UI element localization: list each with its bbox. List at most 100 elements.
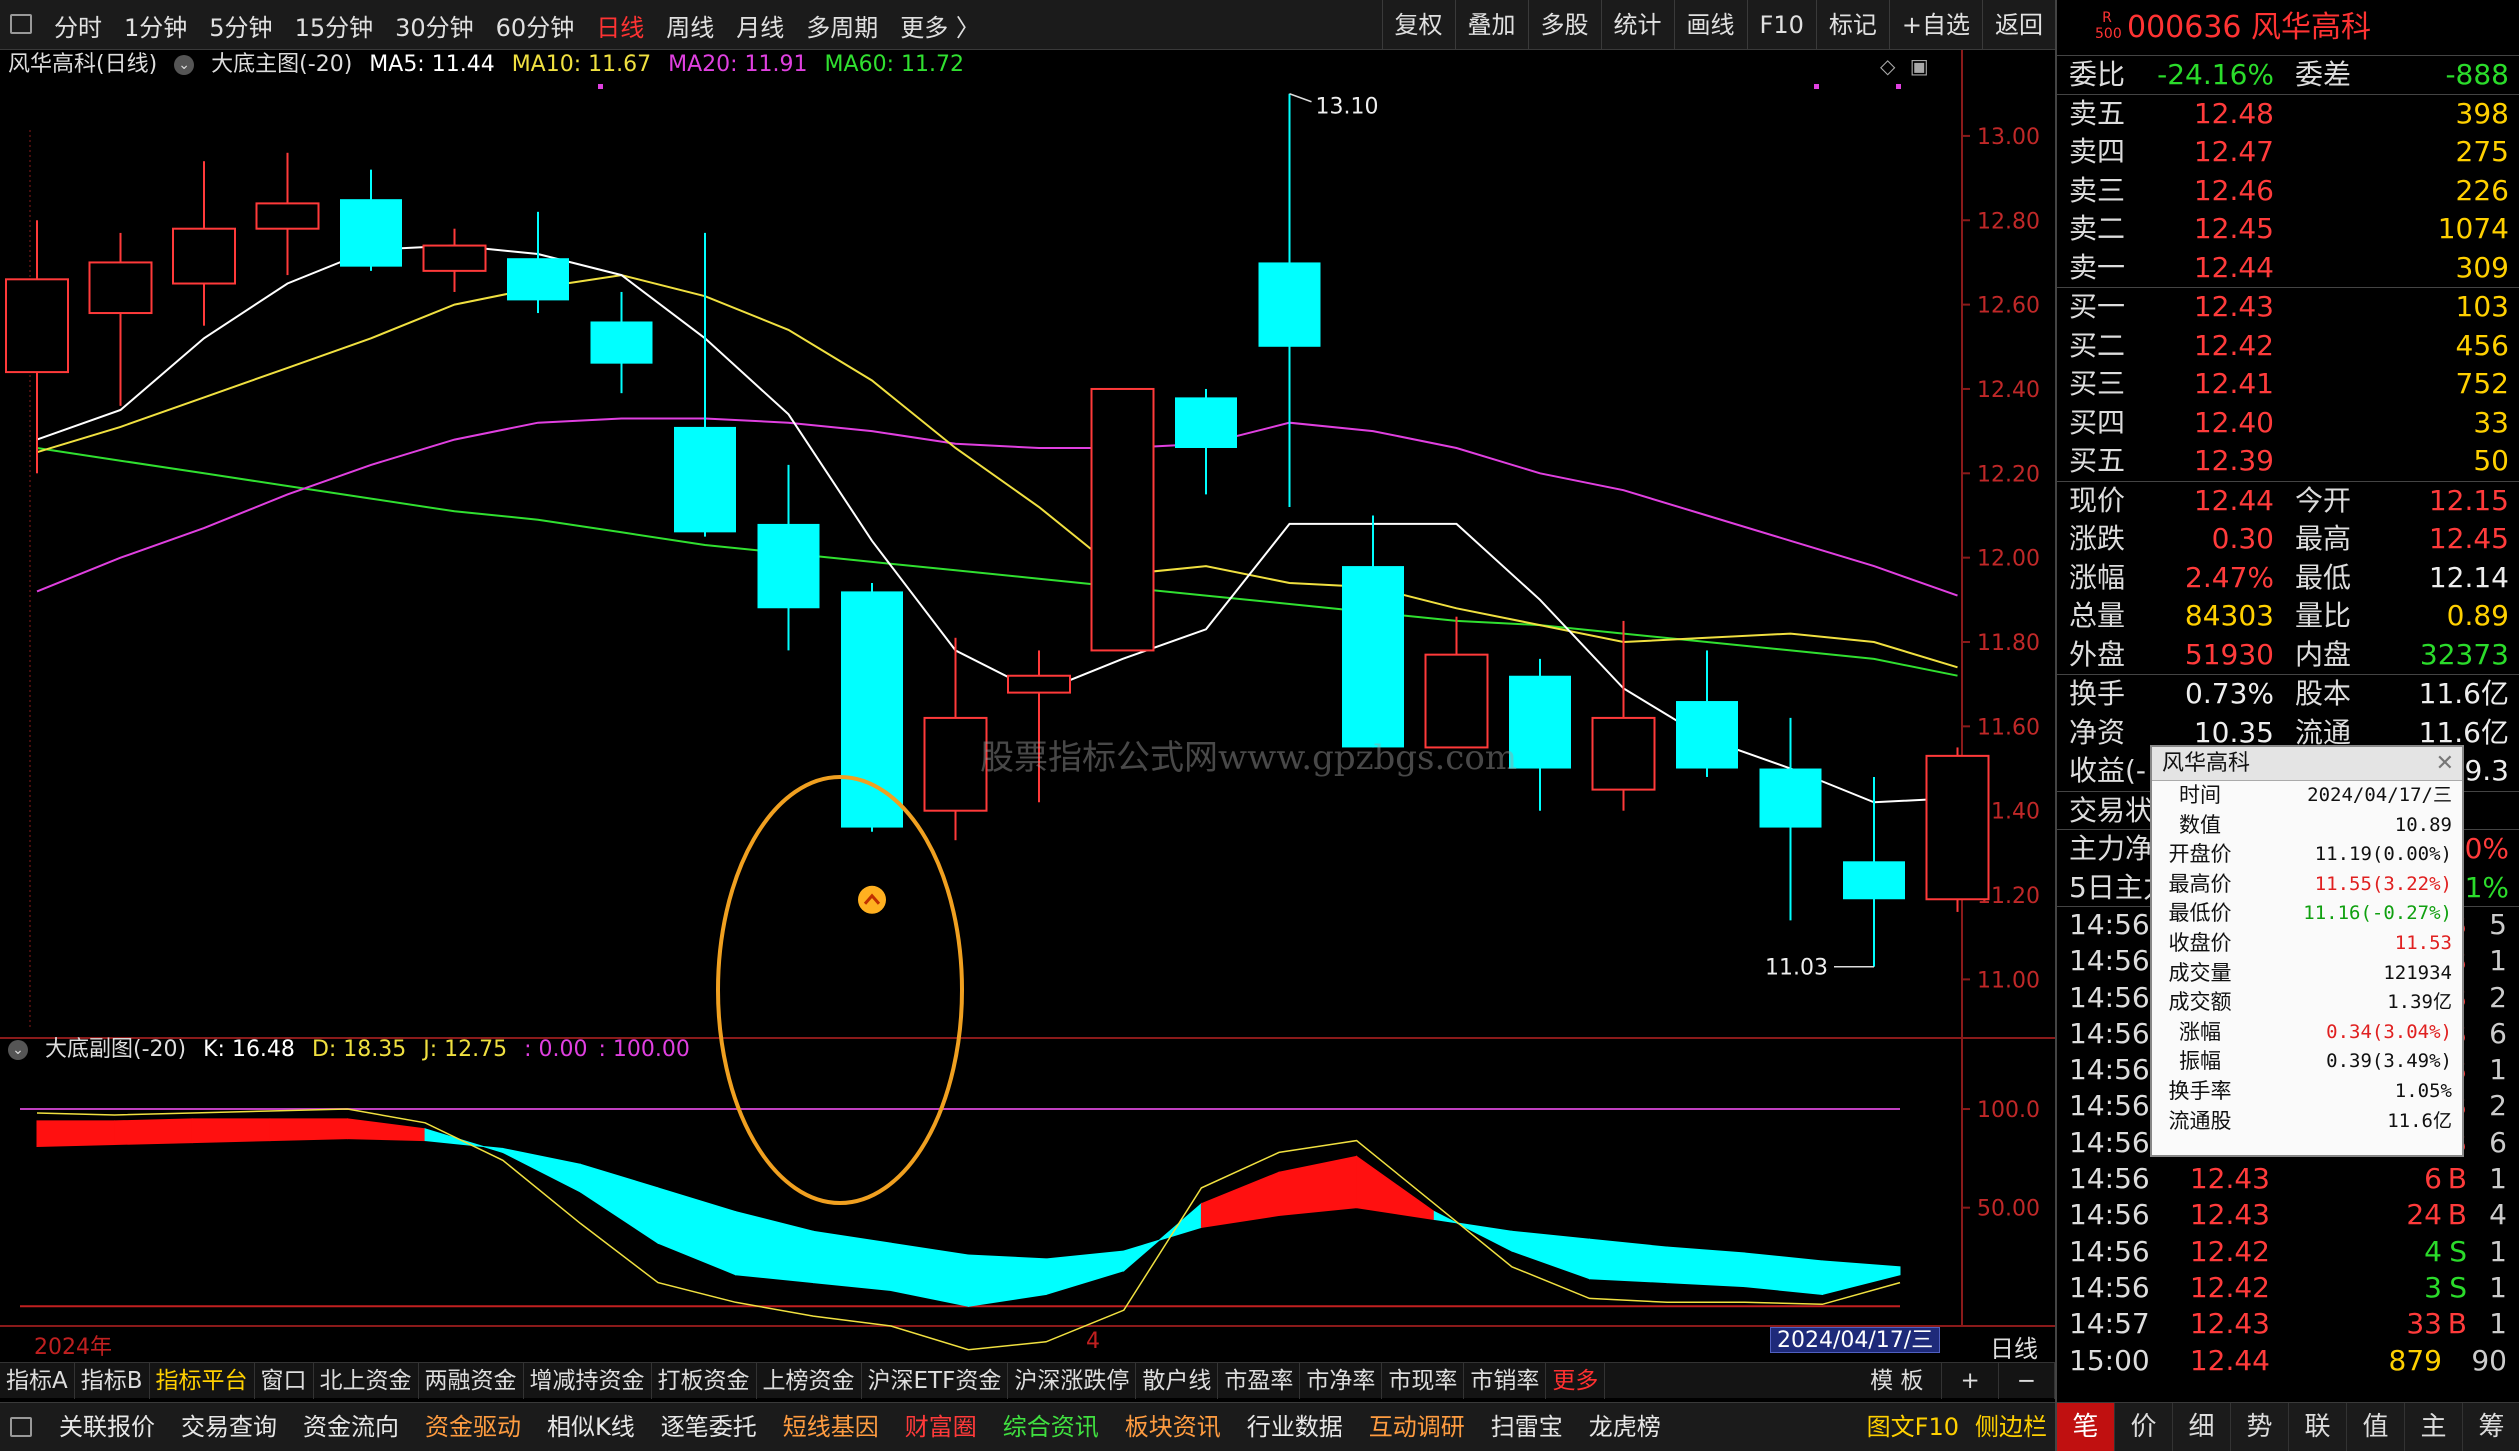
indicator-tab[interactable]: 更多	[1546, 1362, 1606, 1399]
candle[interactable]	[5, 220, 69, 474]
candle[interactable]	[1509, 658, 1571, 811]
candle[interactable]	[841, 582, 903, 832]
function-button[interactable]: 资金流向	[290, 1403, 412, 1451]
view-label[interactable]: 日线	[1990, 1329, 2038, 1364]
close-icon[interactable]: ✕	[2436, 747, 2454, 781]
indicator-tab[interactable]: 增减持资金	[524, 1362, 652, 1399]
candle[interactable]	[1676, 650, 1738, 777]
period-tab[interactable]: 更多 〉	[900, 8, 980, 43]
chart-tool-button[interactable]: 复权	[1381, 0, 1455, 50]
candle[interactable]	[1925, 747, 1990, 912]
diamond-icon[interactable]: ◇	[1880, 54, 1895, 78]
side-tab[interactable]: 值	[2347, 1403, 2405, 1451]
period-tab[interactable]: 30分钟	[395, 8, 474, 43]
indicator-tab[interactable]: 两融资金	[419, 1362, 524, 1399]
candle[interactable]	[1759, 717, 1822, 921]
indicator-tab[interactable]: 沪深涨跌停	[1008, 1362, 1137, 1399]
period-tab[interactable]: 15分钟	[295, 8, 374, 43]
function-button[interactable]: 财富圈	[892, 1403, 990, 1451]
menu-icon[interactable]	[10, 1417, 32, 1437]
function-button[interactable]: 扫雷宝	[1478, 1403, 1576, 1451]
candle[interactable]	[1424, 616, 1489, 749]
indicator-tab[interactable]: 打板资金	[652, 1362, 757, 1399]
period-tab[interactable]: 1分钟	[124, 8, 187, 43]
indicator-tab[interactable]: 市盈率	[1218, 1362, 1301, 1399]
period-tab[interactable]: 5分钟	[209, 8, 272, 43]
side-tab[interactable]: 主	[2405, 1403, 2463, 1451]
period-tab[interactable]: 多周期	[806, 8, 878, 43]
function-button[interactable]: 短线基因	[770, 1403, 892, 1451]
side-tab[interactable]: 联	[2289, 1403, 2347, 1451]
side-tab[interactable]: 筹	[2463, 1403, 2519, 1451]
candle[interactable]	[88, 232, 153, 406]
period-tab[interactable]: 周线	[666, 8, 714, 43]
candle[interactable]	[1175, 388, 1237, 495]
candle[interactable]	[1258, 93, 1321, 508]
indicator-tab[interactable]: 散户线	[1136, 1362, 1219, 1399]
function-button[interactable]: 逐笔委托	[648, 1403, 770, 1451]
function-button[interactable]: 资金驱动	[412, 1403, 534, 1451]
kline-chart[interactable]: 13.00 12.80 12.60 12.40 12.20 12.00 11.80 11.60…	[0, 50, 2055, 1354]
chart-tool-button[interactable]: 画线	[1673, 0, 1747, 50]
chart-tool-button[interactable]: 标记	[1815, 0, 1889, 50]
side-tab[interactable]: 细	[2173, 1403, 2231, 1451]
indicator-tab[interactable]: 窗口	[255, 1362, 314, 1399]
main-indicator-name[interactable]: 大底主图(-20)	[211, 52, 352, 77]
period-tab[interactable]: 60分钟	[496, 8, 575, 43]
indicator-tab[interactable]: 市净率	[1300, 1362, 1383, 1399]
side-tab[interactable]: 势	[2231, 1403, 2289, 1451]
chart-tool-button[interactable]: +自选	[1888, 0, 1982, 50]
side-tab[interactable]: 笔	[2057, 1403, 2115, 1451]
chart-tool-button[interactable]: F10	[1746, 0, 1816, 50]
side-tab[interactable]: 价	[2115, 1403, 2173, 1451]
candle[interactable]	[1007, 650, 1071, 803]
candle[interactable]	[1342, 515, 1404, 748]
collapse-icon[interactable]: ⌄	[174, 55, 195, 75]
kline-svg[interactable]: 13.00 12.80 12.60 12.40 12.20 12.00 11.80 11.60…	[0, 50, 2055, 1354]
indicator-tab[interactable]: 市销率	[1464, 1362, 1547, 1399]
window-icon[interactable]: ▣	[1910, 54, 1929, 78]
function-button[interactable]: 综合资讯	[990, 1403, 1112, 1451]
menu-icon[interactable]	[10, 14, 32, 34]
indicator-tab[interactable]: 指标A	[0, 1362, 75, 1399]
candle[interactable]	[1090, 387, 1155, 652]
candle[interactable]	[422, 228, 487, 292]
candle[interactable]	[757, 464, 820, 651]
indicator-tab[interactable]: 上榜资金	[757, 1362, 862, 1399]
candle[interactable]	[590, 291, 653, 394]
candle[interactable]	[1843, 776, 1905, 967]
candle[interactable]	[507, 211, 569, 314]
collapse-icon[interactable]: ⌄	[8, 1040, 28, 1060]
indicator-tab[interactable]: 沪深ETF资金	[862, 1362, 1009, 1399]
function-button[interactable]: 相似K线	[534, 1403, 648, 1451]
function-button[interactable]: 板块资讯	[1112, 1403, 1234, 1451]
indicator-control-button[interactable]: −	[1999, 1362, 2055, 1399]
function-button[interactable]: 交易查询	[168, 1403, 290, 1451]
indicator-tab[interactable]: 北上资金	[314, 1362, 419, 1399]
period-tab[interactable]: 月线	[736, 8, 784, 43]
period-tab[interactable]: 日线	[596, 8, 644, 43]
sub-indicator-name[interactable]: 大底副图(-20)	[45, 1037, 186, 1062]
indicator-control-button[interactable]: +	[1942, 1362, 1999, 1399]
candle[interactable]	[172, 161, 236, 326]
candle[interactable]	[923, 637, 988, 841]
indicator-tab[interactable]: 市现率	[1382, 1362, 1465, 1399]
indicator-tab[interactable]: 指标平台	[150, 1362, 255, 1399]
candle[interactable]	[255, 152, 320, 276]
candle[interactable]	[674, 232, 736, 537]
function-button[interactable]: 互动调研	[1356, 1403, 1478, 1451]
function-button[interactable]: 行业数据	[1234, 1403, 1356, 1451]
candle[interactable]	[340, 169, 402, 271]
chart-tool-button[interactable]: 多股	[1527, 0, 1601, 50]
chart-tool-button[interactable]: 叠加	[1454, 0, 1528, 50]
chart-tool-button[interactable]: 统计	[1600, 0, 1674, 50]
function-button[interactable]: 关联报价	[46, 1403, 168, 1451]
function-tail-button[interactable]: 图文F10	[1859, 1403, 1967, 1451]
period-tab[interactable]: 分时	[54, 8, 102, 43]
function-tail-button[interactable]: 侧边栏	[1967, 1403, 2055, 1451]
indicator-control-button[interactable]: 模 板	[1852, 1362, 1943, 1399]
chart-tool-button[interactable]: 返回	[1982, 0, 2055, 50]
candle[interactable]	[1591, 620, 1656, 811]
indicator-tab[interactable]: 指标B	[75, 1362, 150, 1399]
function-button[interactable]: 龙虎榜	[1576, 1403, 1674, 1451]
